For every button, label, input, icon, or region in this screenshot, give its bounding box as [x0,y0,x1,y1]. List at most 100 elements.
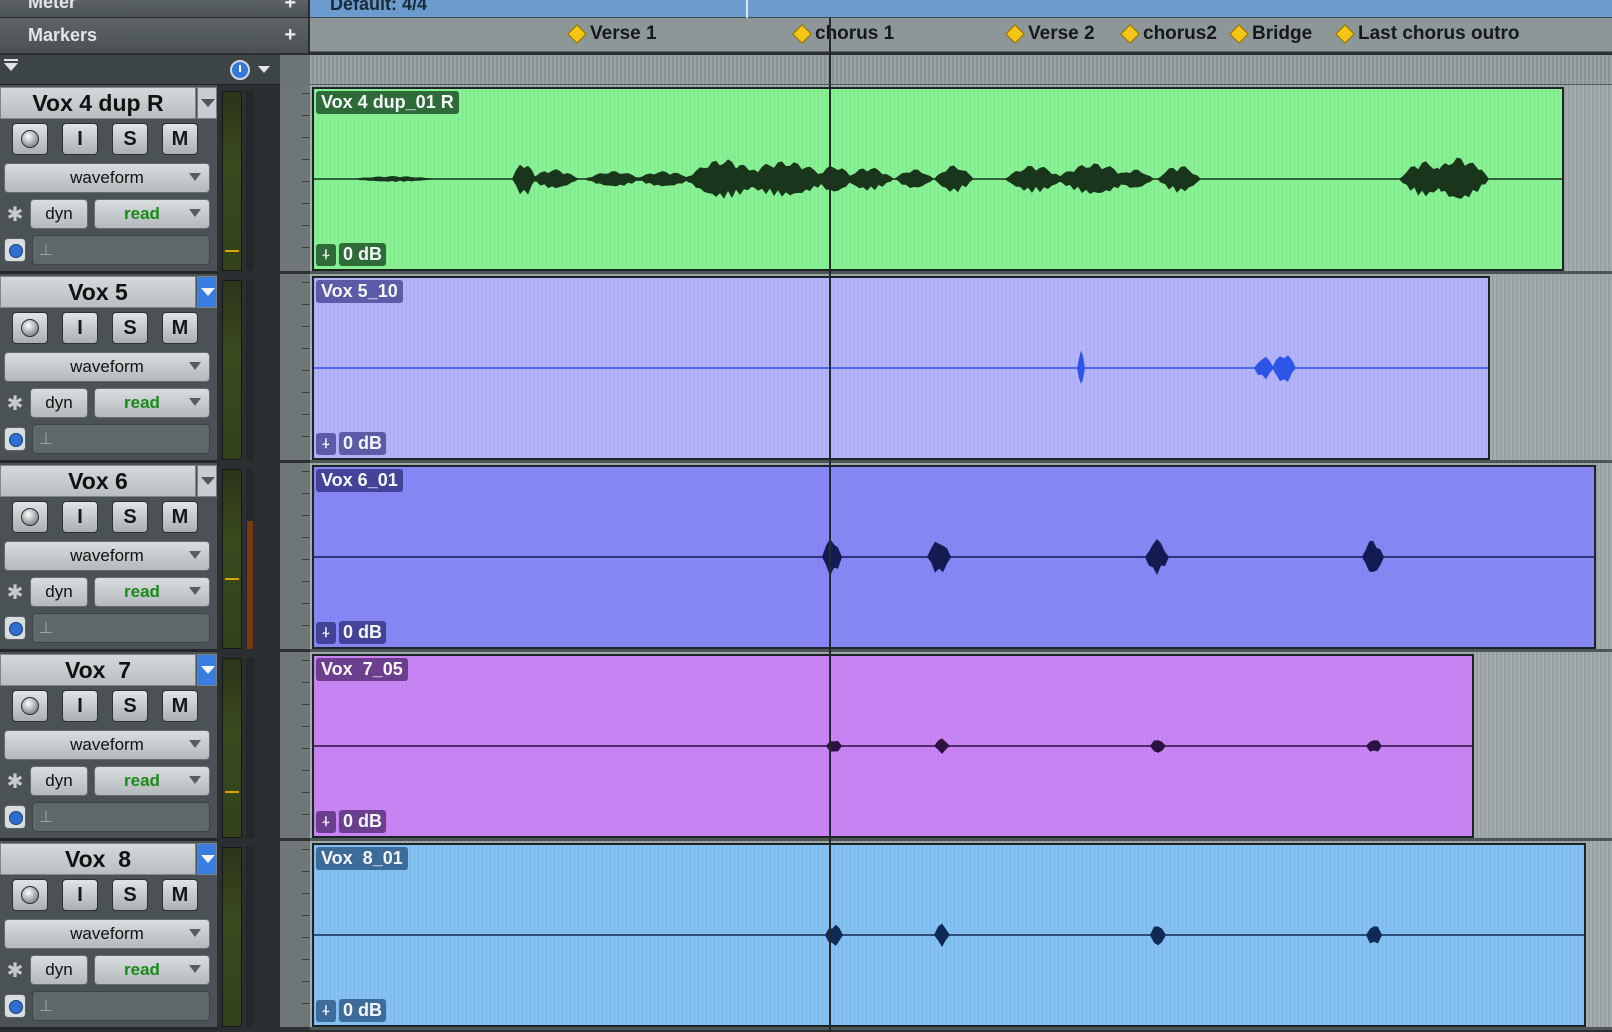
track-view-select[interactable]: waveform [4,541,210,571]
track-menu-chevron-icon[interactable] [197,465,217,497]
record-enable-button[interactable] [12,501,48,533]
input-monitor-button[interactable]: I [62,501,98,533]
solo-button[interactable]: S [112,879,148,911]
record-enable-button[interactable] [12,312,48,344]
meter-ruler-lane[interactable]: Default: 4/4 [310,0,1612,18]
markers-ruler-lane[interactable]: Verse 1 chorus 1 Verse 2 chorus2 Bridge … [310,18,1612,52]
marker-chorus-1[interactable]: chorus 1 [792,23,894,45]
automation-mode-select[interactable]: read [94,388,210,418]
clip-gain-fader-icon[interactable]: ⍭ [316,243,336,266]
clip-gain[interactable]: ⍭ 0 dB [316,810,387,833]
track-name[interactable]: Vox 4 dup R [0,87,196,119]
pan-field[interactable] [32,235,210,265]
record-enable-button[interactable] [12,879,48,911]
track-playlist-lane[interactable]: Vox 7_05 ⍭ 0 dB [310,652,1612,841]
asterisk-icon[interactable]: ✱ [4,388,26,418]
input-monitor-button[interactable]: I [62,123,98,155]
track-name[interactable]: Vox 8 [0,843,196,875]
asterisk-icon[interactable]: ✱ [4,199,26,229]
marker-last-chorus-outro[interactable]: Last chorus outro [1335,23,1520,45]
audio-clip[interactable]: Vox 5_10 ⍭ 0 dB [312,276,1490,460]
track-name[interactable]: Vox 5 [0,276,196,308]
clip-name[interactable]: Vox 6_01 [316,469,403,492]
automation-mode-select[interactable]: read [94,766,210,796]
clip-gain-fader-icon[interactable]: ⍭ [316,621,336,644]
solo-button[interactable]: S [112,123,148,155]
pan-field[interactable] [32,613,210,643]
timebase-clock-icon[interactable] [230,60,250,80]
playhead-cursor[interactable] [829,18,831,1032]
clip-gain-fader-icon[interactable]: ⍭ [316,999,336,1022]
marker-chorus2[interactable]: chorus2 [1120,23,1217,45]
pan-field[interactable] [32,424,210,454]
asterisk-icon[interactable]: ✱ [4,577,26,607]
track-list-menu-icon[interactable] [4,59,18,71]
marker-verse-2[interactable]: Verse 2 [1005,23,1095,45]
pan-field[interactable] [32,991,210,1021]
audio-clip[interactable]: Vox 4 dup_01 R ⍭ 0 dB [312,87,1564,271]
track-menu-chevron-icon[interactable] [197,87,217,119]
input-monitor-button[interactable]: I [62,312,98,344]
dyn-button[interactable]: dyn [30,199,88,229]
track-menu-chevron-icon[interactable] [197,276,217,308]
marker-bridge[interactable]: Bridge [1229,23,1312,45]
track-playlist-lane[interactable]: Vox 4 dup_01 R ⍭ 0 dB [310,85,1612,274]
clip-name[interactable]: Vox 7_05 [316,658,408,681]
clip-gain[interactable]: ⍭ 0 dB [316,621,387,644]
automation-mode-select[interactable]: read [94,955,210,985]
pan-field[interactable] [32,802,210,832]
timebase-clock-icon[interactable] [4,616,26,640]
track-playlist-lane[interactable]: Vox 6_01 ⍭ 0 dB [310,463,1612,652]
solo-button[interactable]: S [112,312,148,344]
mute-button[interactable]: M [162,123,198,155]
dyn-button[interactable]: dyn [30,955,88,985]
audio-clip[interactable]: Vox 7_05 ⍭ 0 dB [312,654,1474,838]
timebase-clock-icon[interactable] [4,994,26,1018]
asterisk-icon[interactable]: ✱ [4,766,26,796]
record-enable-button[interactable] [12,123,48,155]
track-view-select[interactable]: waveform [4,163,210,193]
track-view-select[interactable]: waveform [4,730,210,760]
solo-button[interactable]: S [112,690,148,722]
add-marker-button[interactable]: + [284,24,296,47]
mute-button[interactable]: M [162,312,198,344]
dyn-button[interactable]: dyn [30,766,88,796]
automation-mode-select[interactable]: read [94,199,210,229]
clip-gain-fader-icon[interactable]: ⍭ [316,432,336,455]
timeline-strip[interactable] [310,55,1612,85]
clip-gain[interactable]: ⍭ 0 dB [316,243,387,266]
track-name[interactable]: Vox 7 [0,654,196,686]
clip-gain-fader-icon[interactable]: ⍭ [316,810,336,833]
track-view-select[interactable]: waveform [4,352,210,382]
chevron-down-icon[interactable] [258,66,270,73]
timebase-clock-icon[interactable] [4,805,26,829]
clip-name[interactable]: Vox 5_10 [316,280,403,303]
input-monitor-button[interactable]: I [62,879,98,911]
mute-button[interactable]: M [162,501,198,533]
timebase-clock-icon[interactable] [4,238,26,262]
dyn-button[interactable]: dyn [30,577,88,607]
track-menu-chevron-icon[interactable] [197,843,217,875]
dyn-button[interactable]: dyn [30,388,88,418]
track-menu-chevron-icon[interactable] [197,654,217,686]
clip-gain[interactable]: ⍭ 0 dB [316,999,387,1022]
track-name[interactable]: Vox 6 [0,465,196,497]
add-meter-button[interactable]: + [284,0,296,15]
automation-mode-select[interactable]: read [94,577,210,607]
track-playlist-lane[interactable]: Vox 8_01 ⍭ 0 dB [310,841,1612,1030]
clip-name[interactable]: Vox 8_01 [316,847,408,870]
audio-clip[interactable]: Vox 6_01 ⍭ 0 dB [312,465,1596,649]
track-view-select[interactable]: waveform [4,919,210,949]
clip-gain[interactable]: ⍭ 0 dB [316,432,387,455]
timebase-clock-icon[interactable] [4,427,26,451]
track-playlist-lane[interactable]: Vox 5_10 ⍭ 0 dB [310,274,1612,463]
record-enable-button[interactable] [12,690,48,722]
audio-clip[interactable]: Vox 8_01 ⍭ 0 dB [312,843,1586,1027]
solo-button[interactable]: S [112,501,148,533]
input-monitor-button[interactable]: I [62,690,98,722]
marker-verse-1[interactable]: Verse 1 [567,23,657,45]
clip-name[interactable]: Vox 4 dup_01 R [316,91,459,114]
asterisk-icon[interactable]: ✱ [4,955,26,985]
mute-button[interactable]: M [162,690,198,722]
mute-button[interactable]: M [162,879,198,911]
